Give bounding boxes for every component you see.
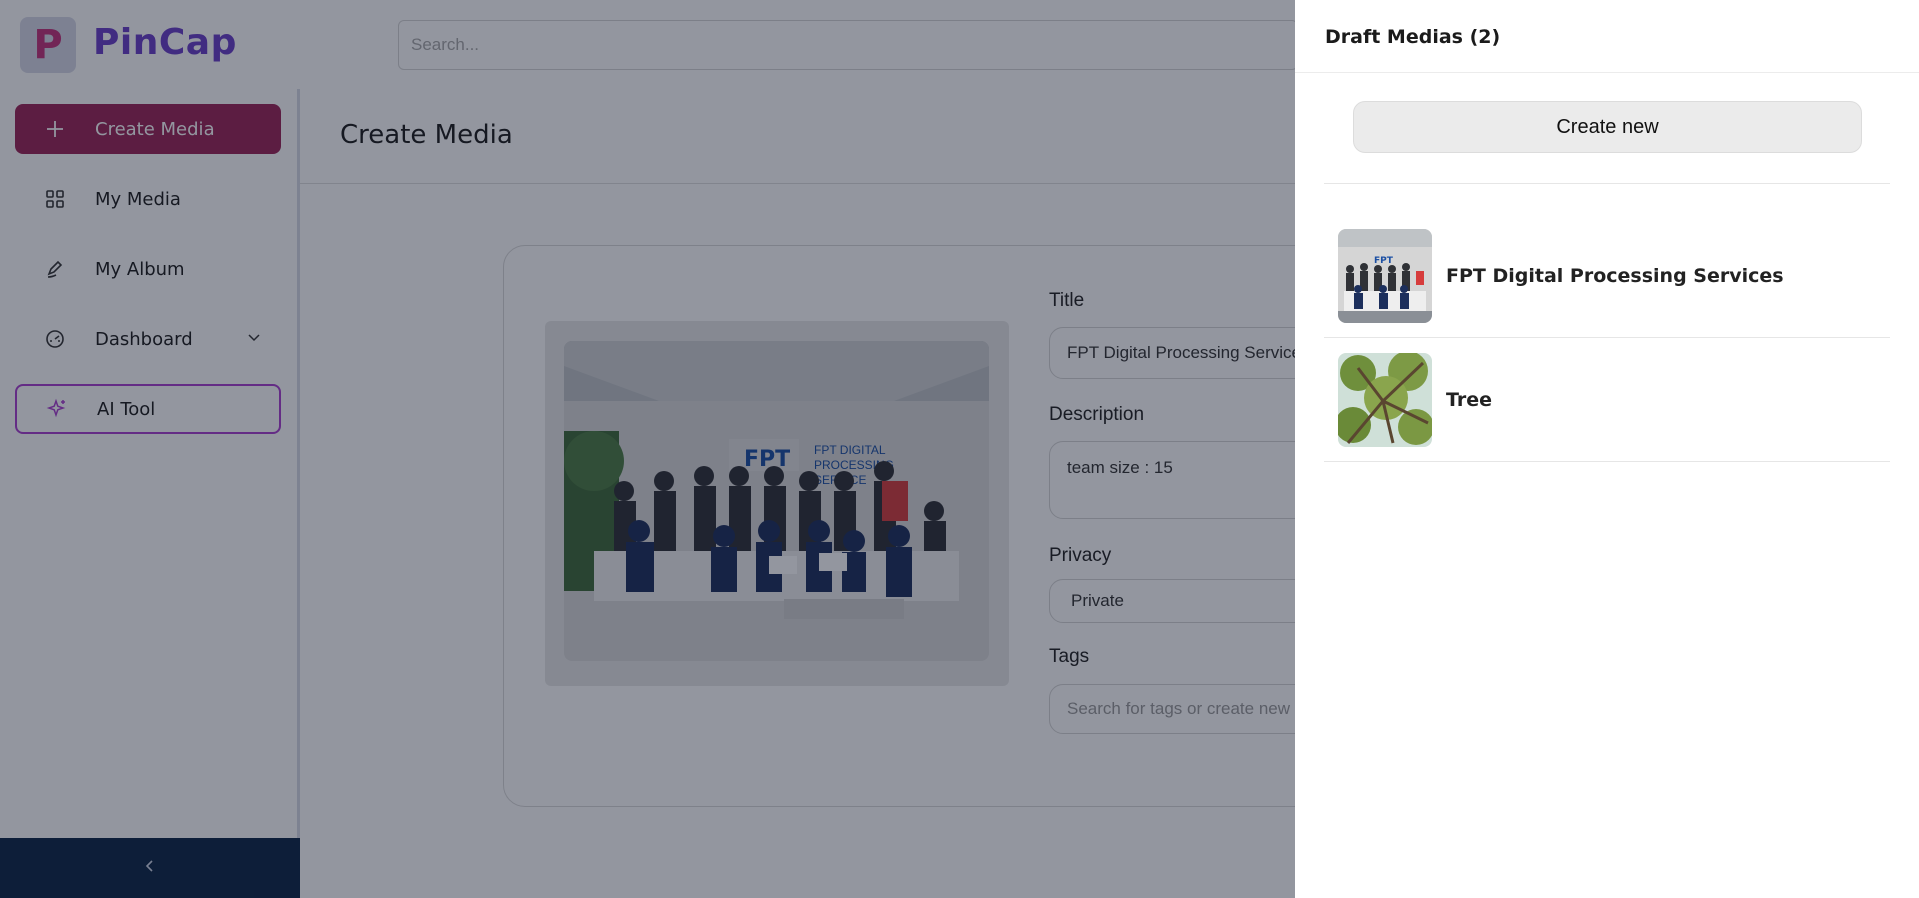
draft-item-title: Tree bbox=[1446, 389, 1493, 411]
list-divider bbox=[1324, 337, 1890, 338]
list-divider bbox=[1324, 183, 1890, 184]
draft-item-fpt[interactable]: FPT FPT Digital Processing Services bbox=[1324, 215, 1890, 337]
list-divider bbox=[1324, 461, 1890, 462]
svg-text:FPT: FPT bbox=[1374, 256, 1394, 266]
draft-item-tree[interactable]: Tree bbox=[1324, 339, 1890, 461]
draft-thumbnail: FPT bbox=[1338, 229, 1432, 323]
draft-item-title: FPT Digital Processing Services bbox=[1446, 265, 1784, 287]
drawer-divider bbox=[1295, 72, 1919, 73]
create-new-button[interactable]: Create new bbox=[1353, 101, 1862, 153]
draft-medias-drawer: Draft Medias (2) Create new FPT FPT Digi… bbox=[1295, 0, 1919, 898]
drawer-title: Draft Medias (2) bbox=[1325, 26, 1501, 48]
draft-thumbnail bbox=[1338, 353, 1432, 447]
